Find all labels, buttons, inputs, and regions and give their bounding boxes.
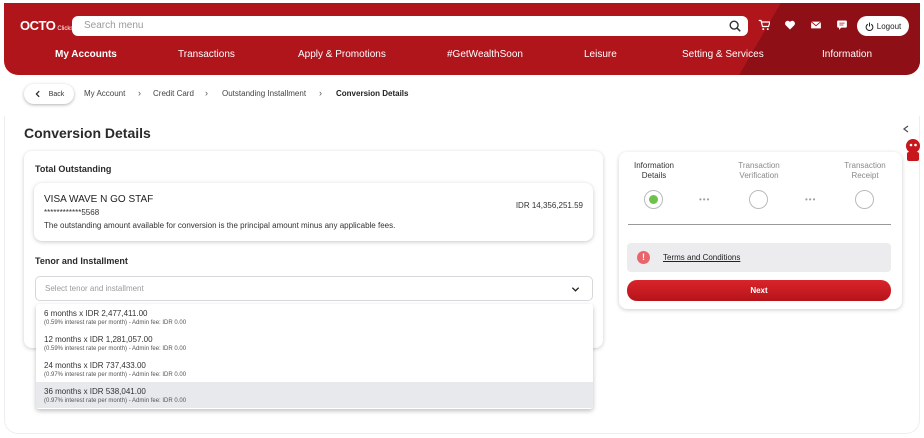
step-connector-dots: •••: [699, 195, 711, 204]
breadcrumb-chevron-icon: ›: [138, 88, 141, 98]
active-step-dot: [649, 195, 658, 204]
top-header: OCTO Clicks Search menu Logout My Account…: [4, 3, 920, 75]
page-title: Conversion Details: [24, 125, 151, 141]
account-summary-card: VISA WAVE N GO STAF ************5568 The…: [34, 183, 593, 241]
card-number: ************5568: [44, 208, 100, 217]
tenor-option-hovered[interactable]: 36 months x IDR 538,041.00 (0.97% intere…: [36, 382, 593, 408]
alert-icon: !: [637, 251, 650, 264]
back-label: Back: [48, 90, 65, 98]
tenor-option-detail: (0.59% interest rate per month) - Admin …: [44, 346, 187, 352]
nav-leisure[interactable]: Leisure: [584, 49, 617, 60]
search-icon[interactable]: [728, 19, 742, 33]
chat-icon[interactable]: [836, 19, 848, 31]
steps-divider: [628, 224, 891, 225]
main-nav: My Accounts Transactions Apply & Promoti…: [4, 45, 920, 67]
chevron-down-icon: [571, 287, 580, 292]
heart-icon[interactable]: [784, 19, 796, 31]
power-icon: [865, 22, 874, 31]
nav-apply-promotions[interactable]: Apply & Promotions: [298, 49, 386, 60]
breadcrumb-chevron-icon: ›: [205, 88, 208, 98]
tenor-select[interactable]: Select tenor and installment: [35, 276, 593, 301]
breadcrumb-chevron-icon: ›: [319, 88, 322, 98]
tenor-option-title: 36 months x IDR 538,041.00: [44, 387, 146, 396]
search-bar[interactable]: Search menu: [72, 16, 748, 36]
tenor-dropdown: 6 months x IDR 2,477,411.00 (0.59% inter…: [36, 304, 593, 409]
tenor-option-title: 6 months x IDR 2,477,411.00: [44, 309, 148, 318]
tenor-option-detail: (0.97% interest rate per month) - Admin …: [44, 372, 187, 378]
step-verification-label: Transaction Verification: [738, 161, 780, 180]
nav-setting-services[interactable]: Setting & Services: [682, 49, 764, 60]
tenor-option[interactable]: 24 months x IDR 737,433.00 (0.97% intere…: [36, 356, 593, 382]
search-placeholder: Search menu: [84, 20, 144, 31]
terms-link[interactable]: Terms and Conditions: [663, 253, 740, 262]
step-receipt-label: Transaction Receipt: [844, 161, 886, 180]
outstanding-note: The outstanding amount available for con…: [44, 221, 396, 230]
back-button[interactable]: Back: [24, 84, 74, 104]
nav-information[interactable]: Information: [822, 49, 872, 60]
step-verification-indicator: [749, 190, 768, 209]
breadcrumb-credit-card[interactable]: Credit Card: [153, 89, 194, 98]
tenor-label: Tenor and Installment: [35, 256, 128, 266]
tenor-option[interactable]: 6 months x IDR 2,477,411.00 (0.59% inter…: [36, 304, 593, 330]
terms-box[interactable]: ! Terms and Conditions: [627, 243, 891, 272]
step-receipt-indicator: [855, 190, 874, 209]
tenor-option[interactable]: 12 months x IDR 1,281,057.00 (0.59% inte…: [36, 330, 593, 356]
logout-button[interactable]: Logout: [857, 16, 909, 36]
tenor-select-placeholder: Select tenor and installment: [45, 284, 144, 293]
chevron-left-icon: [35, 90, 40, 98]
mail-icon[interactable]: [810, 19, 822, 31]
tenor-option-detail: (0.59% interest rate per month) - Admin …: [44, 320, 187, 326]
nav-transactions[interactable]: Transactions: [178, 49, 235, 60]
step-connector-dots: •••: [805, 195, 817, 204]
nav-getwealthsoon[interactable]: #GetWealthSoon: [447, 49, 523, 60]
outstanding-amount: IDR 14,356,251.59: [515, 201, 583, 210]
breadcrumb-current: Conversion Details: [336, 89, 409, 98]
tenor-option-title: 12 months x IDR 1,281,057.00: [44, 335, 153, 344]
cart-icon[interactable]: [758, 19, 770, 31]
step-information-indicator: [644, 190, 663, 209]
card-name: VISA WAVE N GO STAF: [44, 194, 154, 205]
breadcrumb-my-account[interactable]: My Account: [84, 89, 125, 98]
logout-label: Logout: [876, 21, 902, 31]
next-button[interactable]: Next: [627, 280, 891, 301]
side-mascot-tab[interactable]: [900, 120, 924, 168]
nav-my-accounts[interactable]: My Accounts: [55, 49, 117, 60]
total-outstanding-label: Total Outstanding: [35, 164, 112, 174]
breadcrumb-outstanding-installment[interactable]: Outstanding Installment: [222, 89, 306, 98]
tenor-option-title: 24 months x IDR 737,433.00: [44, 361, 146, 370]
octo-logo[interactable]: OCTO Clicks: [20, 18, 73, 33]
step-information-label: Information Details: [633, 161, 675, 180]
tenor-option-detail: (0.97% interest rate per month) - Admin …: [44, 398, 187, 404]
chevron-left-icon: [902, 125, 909, 133]
